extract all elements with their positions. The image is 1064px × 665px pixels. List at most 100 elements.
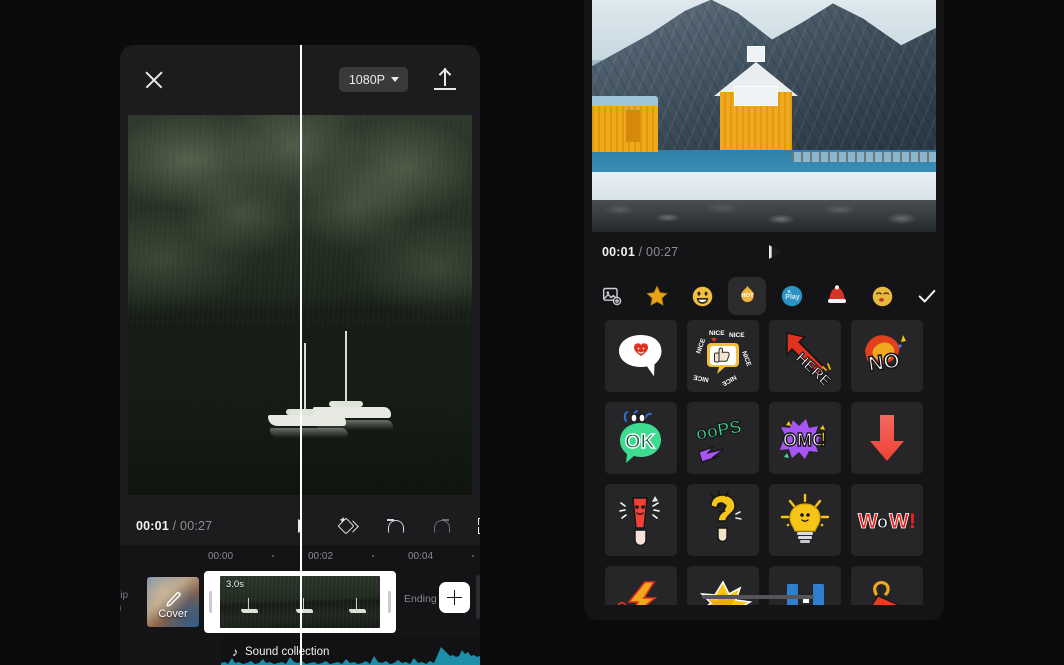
sticker-picker-panel: 00:01 / 00:27	[584, 0, 944, 620]
check-icon	[916, 285, 938, 307]
play-icon[interactable]	[293, 516, 313, 536]
sticker-down-arrow[interactable]	[851, 402, 923, 474]
sticker-wow[interactable]: W o W !	[851, 484, 923, 556]
horizontal-scrollbar[interactable]	[702, 595, 814, 599]
add-clip-button[interactable]	[439, 582, 470, 613]
sticker-play-icon[interactable]	[764, 242, 784, 262]
audio-track[interactable]: ♪ Sound collection	[221, 637, 480, 665]
sticker-orange-tag[interactable]	[851, 566, 923, 605]
sticker-no[interactable]: NO	[851, 320, 923, 392]
close-icon[interactable]	[142, 68, 166, 92]
clip-trim-handle-left[interactable]	[209, 591, 212, 613]
mini-boat	[349, 609, 366, 613]
lightning-icon	[611, 580, 671, 605]
corner-bl	[478, 527, 480, 534]
svg-text:HERE: HERE	[792, 349, 834, 385]
svg-text:HOT: HOT	[741, 293, 754, 299]
redo-icon[interactable]	[431, 516, 451, 536]
wooden-dock	[792, 152, 936, 162]
sticker-blue-bars[interactable]	[769, 566, 841, 605]
sticker-heart-bubble[interactable]	[605, 320, 677, 392]
sticker-total-time: 00:27	[646, 245, 678, 259]
svg-text:NICE: NICE	[720, 373, 738, 386]
no-sticker-icon: NO	[855, 327, 919, 385]
svg-text:NICE: NICE	[709, 330, 725, 337]
svg-text:ooPS: ooPS	[694, 416, 743, 444]
sticker-category-hot[interactable]: HOT	[728, 277, 766, 315]
sticker-time-separator: /	[639, 245, 643, 259]
kiss-face-icon	[871, 285, 894, 308]
timeline-scrollbar[interactable]	[476, 575, 480, 619]
sticker-confirm-button[interactable]	[908, 277, 944, 315]
time-separator: /	[173, 519, 177, 533]
mini-boat	[296, 609, 313, 613]
sticker-grid[interactable]: NICE NICE NICE NICE NICE NICE NICE	[584, 320, 944, 605]
ruler-tick-2: 00:04	[408, 551, 433, 562]
svg-text:W: W	[889, 510, 909, 533]
undo-icon[interactable]	[385, 516, 405, 536]
playhead-indicator[interactable]	[300, 45, 302, 665]
sticker-oops[interactable]: ooPS	[687, 402, 759, 474]
svg-text:NICE: NICE	[695, 337, 707, 355]
effects-icon[interactable]: ✦	[339, 516, 359, 536]
sticker-nice-thumbsup[interactable]: NICE NICE NICE NICE NICE NICE NICE	[687, 320, 759, 392]
resolution-label: 1080P	[349, 73, 385, 87]
boat-reflection	[315, 420, 393, 430]
sticker-lightbulb[interactable]	[769, 484, 841, 556]
sticker-lightning[interactable]	[605, 566, 677, 605]
ruler-tick-0: 00:00	[208, 551, 233, 562]
blue-bars-icon	[779, 580, 831, 605]
sticker-category-emoji[interactable]	[683, 277, 721, 315]
main-window	[734, 86, 778, 106]
transport-buttons: ✦	[293, 507, 480, 545]
mini-mast	[303, 598, 304, 609]
santa-hat-icon	[825, 284, 849, 308]
side-house-body	[592, 106, 658, 152]
cover-thumbnail[interactable]: Cover	[147, 577, 199, 627]
clip-trim-handle-right[interactable]	[388, 591, 391, 613]
sticker-question[interactable]	[687, 484, 759, 556]
resolution-selector[interactable]: 1080P	[339, 67, 408, 92]
oops-sticker-icon: ooPS	[691, 410, 755, 466]
lightbulb-icon	[776, 491, 834, 549]
svg-text:NICE: NICE	[692, 373, 709, 383]
timecode-display: 00:01 / 00:27	[136, 519, 212, 533]
sticker-category-face[interactable]	[863, 277, 901, 315]
sticker-grid-inner: NICE NICE NICE NICE NICE NICE NICE	[605, 320, 935, 605]
video-editor-panel: 1080P	[120, 45, 480, 665]
sticker-category-play[interactable]: Play	[773, 277, 811, 315]
app-root: 1080P	[0, 0, 1064, 665]
rocky-shore	[592, 200, 936, 232]
sticker-omg[interactable]: OMG !	[769, 402, 841, 474]
yellow-side-house	[592, 96, 658, 152]
nice-thumbsup-icon: NICE NICE NICE NICE NICE NICE NICE	[691, 326, 755, 386]
svg-text:NO: NO	[867, 349, 901, 376]
sticker-here-arrow[interactable]: HERE	[769, 320, 841, 392]
exclamation-mark-icon	[613, 490, 669, 550]
upload-base	[434, 88, 456, 90]
sticker-category-star[interactable]	[638, 277, 676, 315]
audio-track-label: Sound collection	[245, 646, 329, 658]
audio-track-header: ♪ Sound collection	[232, 645, 329, 659]
mast-icon	[345, 331, 347, 407]
svg-text:o: o	[877, 512, 888, 532]
truncated-clip-label: lip	[120, 589, 128, 602]
truncated-paren-label: )	[120, 602, 128, 615]
sticker-current-time: 00:01	[602, 245, 635, 259]
heart-bubble-icon	[612, 329, 670, 383]
sticker-category-my-stickers[interactable]	[593, 277, 631, 315]
sticker-preview-video[interactable]	[592, 0, 936, 232]
svg-text:!: !	[909, 510, 916, 533]
sticker-boom[interactable]	[687, 566, 759, 605]
sticker-playback-bar: 00:01 / 00:27	[592, 234, 936, 270]
upload-icon[interactable]	[432, 65, 458, 93]
wow-sticker-icon: W o W !	[855, 500, 919, 540]
svg-text:!: !	[820, 429, 827, 451]
svg-text:W: W	[858, 510, 878, 533]
sticker-ok[interactable]: OK	[605, 402, 677, 474]
sticker-category-christmas[interactable]	[818, 277, 856, 315]
mini-boat	[241, 609, 258, 613]
fullscreen-icon[interactable]	[477, 516, 480, 536]
cover-label: Cover	[147, 608, 199, 620]
sticker-exclamation[interactable]	[605, 484, 677, 556]
